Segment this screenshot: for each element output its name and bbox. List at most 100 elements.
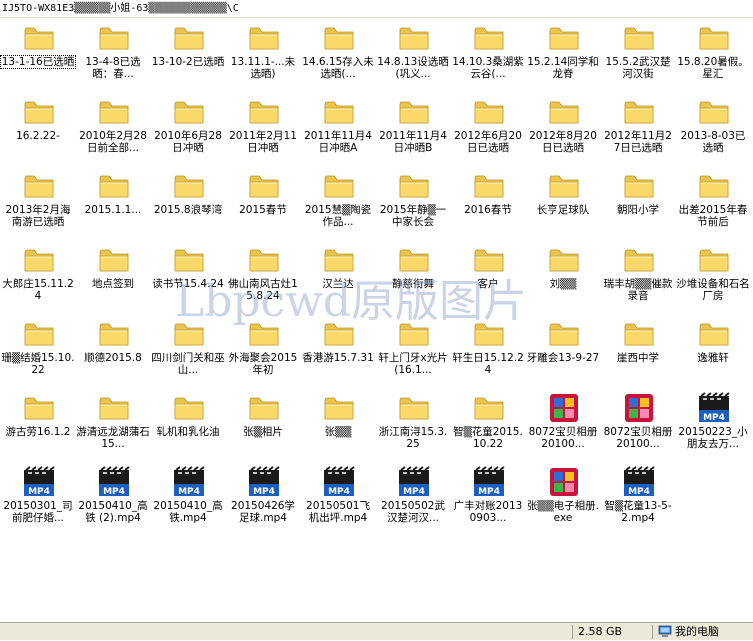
folder-item[interactable]: 2012年8月20日已选晒: [526, 92, 600, 162]
folder-icon: [173, 392, 205, 424]
item-label: 游古劳16.1.2: [5, 426, 71, 438]
item-label: 逸雅轩: [697, 352, 729, 364]
folder-item[interactable]: 静慈衔舞: [376, 240, 450, 310]
file-item[interactable]: MP4 20150502武汉楚河汉...: [376, 462, 450, 532]
folder-item[interactable]: 2012年11月27日已选晒: [601, 92, 675, 162]
folder-item[interactable]: 2015慧▒陶瓷作品...: [301, 166, 375, 236]
file-item[interactable]: MP4 20150223_小朋友去万...: [676, 388, 750, 458]
folder-item[interactable]: 2015.1.1...: [76, 166, 150, 236]
folder-item[interactable]: 客户: [451, 240, 525, 310]
folder-item[interactable]: 长亨足球队: [526, 166, 600, 236]
folder-item[interactable]: 张▒相片: [226, 388, 300, 458]
folder-item[interactable]: 读书节15.4.24: [151, 240, 225, 310]
item-label: 智▒花童2015.10.22: [453, 426, 523, 450]
file-item[interactable]: MP4 20150501飞机出坪.mp4: [301, 462, 375, 532]
folder-item[interactable]: 13-1-16已选晒: [0, 18, 76, 88]
svg-text:MP4: MP4: [28, 487, 50, 497]
folder-item[interactable]: 14.6.15存入未选晒(...: [301, 18, 375, 88]
folder-item[interactable]: 香港游15.7.31: [301, 314, 375, 384]
item-label: 2012年11月27日已选晒: [604, 130, 672, 154]
folder-item[interactable]: 2016春节: [451, 166, 525, 236]
folder-item[interactable]: 2013-8-03已选晒: [676, 92, 750, 162]
folder-item[interactable]: 2015春节: [226, 166, 300, 236]
folder-item[interactable]: 珊▒结婚15.10.22: [1, 314, 75, 384]
photo-album-app-icon: [623, 392, 655, 424]
folder-item[interactable]: 汉兰达: [301, 240, 375, 310]
file-item[interactable]: 8072宝贝相册20100...: [601, 388, 675, 458]
item-label: 20150501飞机出坪.mp4: [306, 500, 370, 524]
folder-icon: [623, 318, 655, 350]
folder-item[interactable]: 轩生日15.12.24: [451, 314, 525, 384]
folder-item[interactable]: 13-10-2已选晒: [151, 18, 225, 88]
file-item[interactable]: MP4 智▒花童13-5-2.mp4: [601, 462, 675, 532]
folder-item[interactable]: 游清远龙湖蒲石15...: [76, 388, 150, 458]
folder-icon: [548, 22, 580, 54]
folder-icon: [23, 96, 55, 128]
folder-item[interactable]: 大郎庄15.11.24: [1, 240, 75, 310]
item-label: 静慈衔舞: [392, 278, 434, 290]
folder-item[interactable]: 16.2.22-: [1, 92, 75, 162]
folder-item[interactable]: 15.5.2武汉楚河汉街: [601, 18, 675, 88]
folder-item[interactable]: 14.10.3桑湖紫云谷(...: [451, 18, 525, 88]
svg-text:MP4: MP4: [628, 487, 650, 497]
folder-item[interactable]: 13-4-8已选晒：春...: [76, 18, 150, 88]
folder-item[interactable]: 13.11.1-...未选晒): [226, 18, 300, 88]
folder-icon: [23, 392, 55, 424]
folder-item[interactable]: 外海聚会2015年初: [226, 314, 300, 384]
folder-item[interactable]: 顺德2015.8: [76, 314, 150, 384]
folder-item[interactable]: 2011年11月4日冲晒A: [301, 92, 375, 162]
folder-item[interactable]: 张▒▒: [301, 388, 375, 458]
folder-item[interactable]: 轩上门牙x光片(16.1...: [376, 314, 450, 384]
folder-item[interactable]: 出差2015年春节前后: [676, 166, 750, 236]
folder-item[interactable]: 15.8.20暑假。星汇: [676, 18, 750, 88]
status-location: 我的电脑: [675, 625, 719, 638]
folder-item[interactable]: 14.8.13设选晒(巩义...: [376, 18, 450, 88]
item-label: 2015慧▒陶瓷作品...: [304, 204, 372, 228]
svg-text:MP4: MP4: [478, 487, 500, 497]
folder-item[interactable]: 地点签到: [76, 240, 150, 310]
item-label: 轩生日15.12.24: [452, 352, 524, 376]
folder-item[interactable]: 轧机和乳化油: [151, 388, 225, 458]
folder-item[interactable]: 2015年静▒一中家长会: [376, 166, 450, 236]
item-label: 8072宝贝相册20100...: [528, 426, 598, 450]
folder-item[interactable]: 2012年6月20日已选晒: [451, 92, 525, 162]
folder-item[interactable]: 佛山南风古灶15.8.24: [226, 240, 300, 310]
folder-item[interactable]: 四川剑门关和巫山...: [151, 314, 225, 384]
folder-item[interactable]: 朝阳小学: [601, 166, 675, 236]
item-label: 13.11.1-...未选晒): [230, 56, 296, 80]
file-item[interactable]: 张▒▒电子相册.exe: [526, 462, 600, 532]
folder-item[interactable]: 瑞丰胡▒▒催款录音: [601, 240, 675, 310]
folder-item[interactable]: 逸雅轩: [676, 314, 750, 384]
folder-item[interactable]: 15.2.14同学和龙脊: [526, 18, 600, 88]
folder-item[interactable]: 浙江南浔15.3.25: [376, 388, 450, 458]
folder-item[interactable]: 刘▒▒: [526, 240, 600, 310]
file-item[interactable]: MP4 20150426学足球.mp4: [226, 462, 300, 532]
file-item[interactable]: MP4 20150410_高铁 (2).mp4: [76, 462, 150, 532]
file-item[interactable]: MP4 20150410_高铁.mp4: [151, 462, 225, 532]
folder-item[interactable]: 牙雕会13-9-27: [526, 314, 600, 384]
folder-item[interactable]: 游古劳16.1.2: [1, 388, 75, 458]
item-label: 20150502武汉楚河汉...: [381, 500, 445, 524]
folder-item[interactable]: 2015.8浪琴湾: [151, 166, 225, 236]
photo-album-app-icon: [548, 466, 580, 498]
folder-item[interactable]: 智▒花童2015.10.22: [451, 388, 525, 458]
file-item[interactable]: MP4 广丰对账20130903...: [451, 462, 525, 532]
item-label: 2016春节: [464, 204, 512, 216]
file-item[interactable]: 8072宝贝相册20100...: [526, 388, 600, 458]
folder-item[interactable]: 崖西中学: [601, 314, 675, 384]
photo-album-app-icon: [548, 392, 580, 424]
folder-item[interactable]: 2013年2月海南游已选晒: [1, 166, 75, 236]
folder-item[interactable]: 2010年6月28日冲晒: [151, 92, 225, 162]
address-bar[interactable]: IJ5TO-WX81E3▒▒▒▒▒▒小姐-63▒▒▒▒▒▒▒▒▒▒▒▒▒\C: [0, 0, 753, 18]
folder-item[interactable]: 2010年2月28日前全部...: [76, 92, 150, 162]
item-label: 2011年2月11日冲晒: [229, 130, 297, 154]
file-list-view[interactable]: 13-1-16已选晒 13-4-8已选晒：春... 13-10-2已选晒 13.11.…: [0, 18, 753, 622]
folder-item[interactable]: 沙堆设备和石名厂房: [676, 240, 750, 310]
item-label: 大郎庄15.11.24: [2, 278, 74, 302]
item-label: 15.8.20暑假。星汇: [677, 56, 749, 80]
file-item[interactable]: MP4 20150301_司前肥仔婚...: [1, 462, 75, 532]
folder-icon: [698, 318, 730, 350]
folder-item[interactable]: 2011年2月11日冲晒: [226, 92, 300, 162]
item-label: 14.8.13设选晒(巩义...: [377, 56, 449, 80]
folder-item[interactable]: 2011年11月4日冲晒B: [376, 92, 450, 162]
